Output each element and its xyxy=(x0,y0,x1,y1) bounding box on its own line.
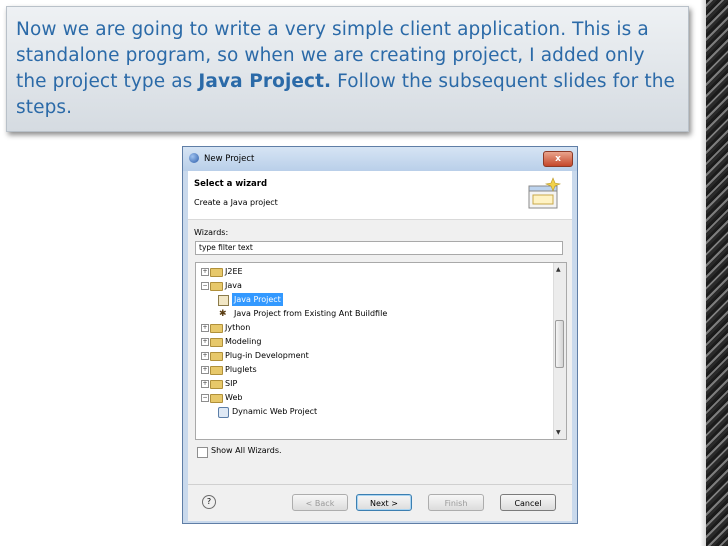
folder-icon xyxy=(210,394,223,403)
wizard-banner-icon xyxy=(528,177,562,209)
caption-bold: Java Project. xyxy=(198,71,332,92)
expand-icon[interactable]: + xyxy=(201,268,209,276)
folder-icon xyxy=(210,366,223,375)
wizard-header: Select a wizard Create a Java project xyxy=(188,171,572,220)
folder-icon xyxy=(210,380,223,389)
tree-scrollbar[interactable]: ▲ ▼ xyxy=(553,263,566,439)
show-all-wizards-checkbox[interactable] xyxy=(197,447,208,458)
web-project-icon xyxy=(218,407,229,418)
expand-icon[interactable]: + xyxy=(201,366,209,374)
folder-icon xyxy=(210,352,223,361)
folder-icon xyxy=(210,338,223,347)
show-all-wizards-label: Show All Wizards. xyxy=(211,446,282,455)
header-title: Select a wizard xyxy=(194,179,268,189)
help-icon[interactable]: ? xyxy=(202,495,216,509)
folder-icon xyxy=(210,268,223,277)
scroll-thumb[interactable] xyxy=(555,320,564,368)
wizards-label: Wizards: xyxy=(194,228,229,237)
slide-caption: Now we are going to write a very simple … xyxy=(6,6,689,132)
wizard-tree[interactable]: + J2EE − Java Java Project ✱ Java Projec… xyxy=(195,262,567,440)
expand-icon[interactable]: + xyxy=(201,380,209,388)
scroll-up-icon[interactable]: ▲ xyxy=(556,266,561,273)
finish-button[interactable]: Finish xyxy=(428,494,484,511)
dialog-footer: ? < Back Next > Finish Cancel xyxy=(188,484,572,521)
ant-icon: ✱ xyxy=(219,309,227,319)
folder-icon xyxy=(210,282,223,291)
eclipse-icon xyxy=(189,153,199,163)
back-button[interactable]: < Back xyxy=(292,494,348,511)
filter-input[interactable]: type filter text xyxy=(195,241,563,255)
expand-icon[interactable]: + xyxy=(201,338,209,346)
expand-icon[interactable]: + xyxy=(201,324,209,332)
scroll-down-icon[interactable]: ▼ xyxy=(556,429,561,436)
new-project-dialog: New Project x Select a wizard Create a J… xyxy=(182,146,578,524)
collapse-icon[interactable]: − xyxy=(201,282,209,290)
collapse-icon[interactable]: − xyxy=(201,394,209,402)
decorative-stripe xyxy=(706,0,728,546)
dialog-title: New Project xyxy=(204,154,255,164)
close-button[interactable]: x xyxy=(543,151,573,167)
java-project-icon xyxy=(218,295,229,306)
expand-icon[interactable]: + xyxy=(201,352,209,360)
dialog-titlebar[interactable]: New Project x xyxy=(183,147,577,171)
next-button[interactable]: Next > xyxy=(356,494,412,511)
header-subtitle: Create a Java project xyxy=(194,198,278,207)
cancel-button[interactable]: Cancel xyxy=(500,494,556,511)
wizard-body: Wizards: type filter text + J2EE − Java … xyxy=(188,220,572,484)
folder-icon xyxy=(210,324,223,333)
caption-text: Now we are going to write a very simple … xyxy=(16,19,675,118)
